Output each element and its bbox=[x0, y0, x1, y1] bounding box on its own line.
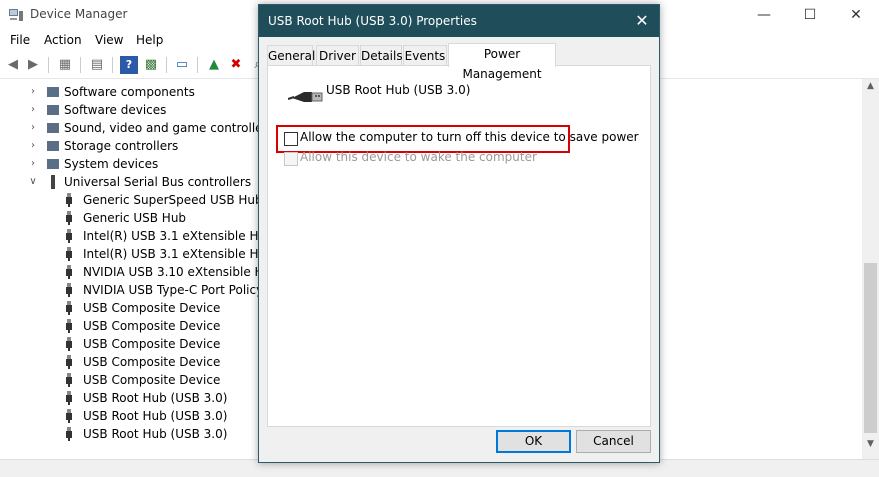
usb-icon bbox=[46, 175, 60, 189]
dialog-title: USB Root Hub (USB 3.0) Properties bbox=[268, 14, 477, 28]
chevron-right-icon[interactable]: › bbox=[28, 101, 38, 119]
uninstall-icon[interactable]: ✖ bbox=[227, 56, 245, 74]
tree-item-label: System devices bbox=[64, 157, 159, 171]
chevron-right-icon[interactable]: › bbox=[28, 83, 38, 101]
properties-dialog: USB Root Hub (USB 3.0) Properties ✕ Gene… bbox=[258, 4, 660, 463]
storage-icon bbox=[46, 139, 60, 153]
usb-plug-icon bbox=[66, 193, 72, 207]
scroll-up-arrow-icon[interactable]: ▲ bbox=[862, 81, 879, 95]
toolbar-separator bbox=[80, 57, 81, 73]
chevron-right-icon[interactable]: › bbox=[28, 119, 38, 137]
usb-plug-icon bbox=[66, 319, 72, 333]
menu-action[interactable]: Action bbox=[44, 33, 82, 47]
scroll-down-arrow-icon[interactable]: ▼ bbox=[862, 439, 879, 453]
usb-plug-icon bbox=[66, 247, 72, 261]
tab-driver[interactable]: Driver bbox=[316, 45, 359, 66]
usb-plug-icon bbox=[66, 265, 72, 279]
tree-item-label: Software components bbox=[64, 85, 195, 99]
help-icon[interactable]: ? bbox=[120, 56, 138, 74]
toolbar-separator bbox=[197, 57, 198, 73]
usb-plug-icon bbox=[66, 229, 72, 243]
usb-plug-icon bbox=[66, 337, 72, 351]
minimize-button[interactable]: — bbox=[741, 0, 787, 30]
speaker-icon bbox=[46, 121, 60, 135]
toolbar-separator bbox=[166, 57, 167, 73]
tree-item-label: USB Composite Device bbox=[83, 301, 221, 315]
maximize-button[interactable]: ☐ bbox=[787, 0, 833, 30]
back-arrow-icon[interactable]: ◀ bbox=[4, 56, 22, 74]
scrollbar-thumb[interactable] bbox=[864, 263, 877, 433]
tree-item-label: USB Root Hub (USB 3.0) bbox=[83, 409, 228, 423]
usb-plug-icon bbox=[66, 409, 72, 423]
tree-item-label: NVIDIA USB 3.10 eXtensible Host bbox=[83, 265, 282, 279]
system-device-icon bbox=[46, 157, 60, 171]
usb-plug-icon bbox=[66, 355, 72, 369]
tree-item-label: NVIDIA USB Type-C Port Policy Co bbox=[83, 283, 283, 297]
cancel-button[interactable]: Cancel bbox=[576, 430, 651, 453]
allow-turn-off-checkbox[interactable] bbox=[284, 132, 298, 146]
tree-item-label: USB Composite Device bbox=[83, 373, 221, 387]
usb-plug-icon bbox=[66, 301, 72, 315]
usb-plug-icon bbox=[66, 391, 72, 405]
tree-item-label: USB Composite Device bbox=[83, 355, 221, 369]
tree-item-label: Universal Serial Bus controllers bbox=[64, 175, 252, 189]
software-device-icon bbox=[46, 103, 60, 117]
tab-general[interactable]: General bbox=[267, 45, 315, 66]
device-manager-icon bbox=[9, 9, 23, 21]
allow-wake-label: Allow this device to wake the computer bbox=[300, 150, 537, 164]
tree-item-label: USB Root Hub (USB 3.0) bbox=[83, 427, 228, 441]
properties-sheet-icon[interactable]: ▤ bbox=[88, 56, 106, 74]
menu-help[interactable]: Help bbox=[136, 33, 163, 47]
tree-item-label: USB Root Hub (USB 3.0) bbox=[83, 391, 228, 405]
tree-item-label: USB Composite Device bbox=[83, 337, 221, 351]
close-button[interactable]: ✕ bbox=[833, 0, 879, 30]
dialog-close-icon[interactable]: ✕ bbox=[631, 10, 653, 32]
ok-button[interactable]: OK bbox=[496, 430, 571, 453]
usb-plug-icon bbox=[66, 373, 72, 387]
window-title: Device Manager bbox=[30, 7, 128, 21]
allow-wake-checkbox bbox=[284, 152, 298, 166]
menu-view[interactable]: View bbox=[95, 33, 123, 47]
usb-plug-icon bbox=[66, 427, 72, 441]
vertical-scrollbar[interactable]: ▲ ▼ bbox=[862, 79, 879, 459]
usb-plug-icon bbox=[66, 211, 72, 225]
properties-grid-icon[interactable]: ▦ bbox=[56, 56, 74, 74]
monitor-icon[interactable]: ▭ bbox=[173, 56, 191, 74]
chevron-down-icon[interactable]: ∨ bbox=[28, 173, 38, 191]
allow-turn-off-label[interactable]: Allow the computer to turn off this devi… bbox=[300, 130, 639, 144]
tree-item-label: Generic SuperSpeed USB Hub bbox=[83, 193, 263, 207]
tree-item-label: USB Composite Device bbox=[83, 319, 221, 333]
component-icon bbox=[46, 85, 60, 99]
tree-item-label: Generic USB Hub bbox=[83, 211, 187, 225]
power-management-panel: USB Root Hub (USB 3.0) Allow the compute… bbox=[267, 65, 651, 427]
usb-plug-icon bbox=[66, 283, 72, 297]
update-driver-icon[interactable]: ▲ bbox=[205, 56, 223, 74]
menu-file[interactable]: File bbox=[10, 33, 30, 47]
toolbar-separator bbox=[48, 57, 49, 73]
device-name: USB Root Hub (USB 3.0) bbox=[326, 83, 471, 97]
chevron-right-icon[interactable]: › bbox=[28, 137, 38, 155]
chevron-right-icon[interactable]: › bbox=[28, 155, 38, 173]
tree-item-label: Storage controllers bbox=[64, 139, 179, 153]
toolbar-separator bbox=[112, 57, 113, 73]
tree-item-label: Software devices bbox=[64, 103, 167, 117]
tab-details[interactable]: Details bbox=[360, 45, 403, 66]
usb-plug-icon bbox=[288, 92, 323, 102]
tab-power-management[interactable]: Power Management bbox=[448, 43, 556, 81]
dialog-titlebar: USB Root Hub (USB 3.0) Properties ✕ bbox=[259, 5, 659, 37]
show-hidden-icon[interactable]: ▩ bbox=[142, 56, 160, 74]
forward-arrow-icon[interactable]: ▶ bbox=[24, 56, 42, 74]
tree-item-label: Sound, video and game controllers bbox=[64, 121, 274, 135]
tab-events[interactable]: Events bbox=[403, 45, 447, 66]
